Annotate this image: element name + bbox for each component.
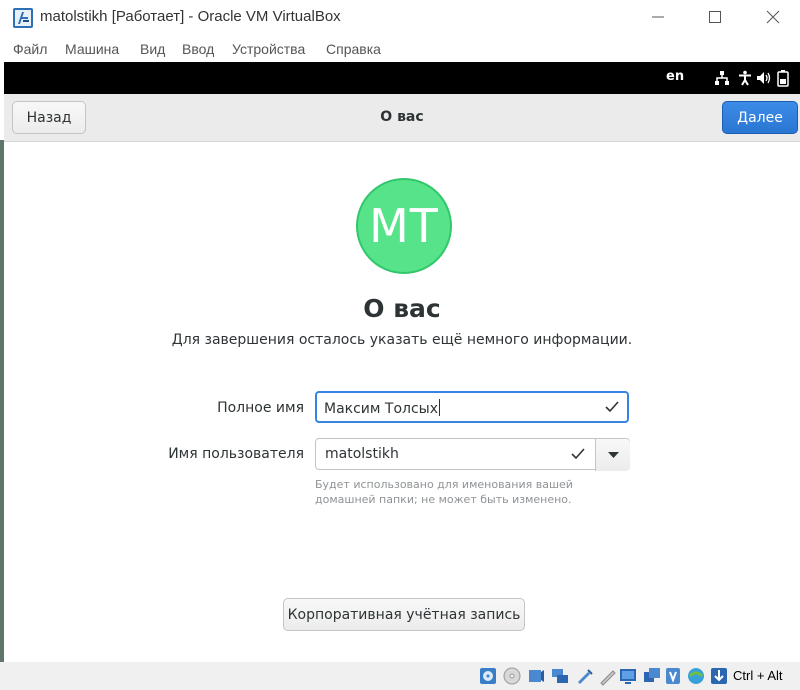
battery-icon[interactable] (777, 70, 789, 87)
mouse-integration-icon[interactable] (686, 666, 706, 686)
page-subtitle: Для завершения осталось указать ещё немн… (171, 332, 633, 348)
audio-icon[interactable] (526, 666, 546, 686)
accessibility-icon[interactable] (737, 70, 753, 86)
close-icon (766, 10, 780, 24)
full-name-value: Максим Толсых (324, 401, 439, 417)
display-icon[interactable] (618, 666, 638, 686)
username-label: Имя пользователя (168, 446, 304, 462)
menu-bar: Файл Машина Вид Ввод Устройства Справка (0, 37, 800, 61)
menu-machine[interactable]: Машина (65, 41, 119, 57)
menu-input[interactable]: Ввод (182, 41, 214, 57)
gnome-top-bar: en (4, 62, 800, 94)
shared-folders-icon[interactable] (598, 666, 618, 686)
menu-view[interactable]: Вид (140, 41, 165, 57)
chevron-down-icon (608, 452, 619, 458)
volume-icon[interactable] (756, 70, 772, 86)
avatar[interactable]: MT (356, 178, 452, 274)
vm-status-bar: Ctrl + Alt (0, 662, 800, 690)
maximize-button[interactable] (693, 0, 739, 34)
next-button[interactable]: Далее (722, 101, 798, 134)
network-adapter-icon[interactable] (550, 666, 570, 686)
virtualbox-window: matolstikh [Работает] - Oracle VM Virtua… (0, 0, 800, 690)
text-cursor (439, 399, 441, 416)
virtualization-icon[interactable] (663, 666, 683, 686)
minimize-icon (652, 16, 664, 18)
page-title: О вас (363, 294, 441, 323)
keyboard-layout-indicator[interactable]: en (666, 69, 684, 84)
username-hint: Будет использовано для именования вашей … (315, 478, 573, 506)
header-bar: Назад О вас Далее (4, 94, 800, 142)
guest-screen[interactable]: en Назад О вас Далее MT О вас Для заверш… (4, 62, 800, 662)
header-title: О вас (380, 109, 424, 125)
minimize-button[interactable] (636, 0, 682, 34)
username-dropdown-button[interactable] (595, 439, 630, 471)
menu-file[interactable]: Файл (13, 41, 47, 57)
full-name-field[interactable]: Максим Толсых (315, 391, 629, 423)
title-bar: matolstikh [Работает] - Oracle VM Virtua… (0, 0, 800, 36)
menu-help[interactable]: Справка (326, 41, 381, 57)
network-icon[interactable] (714, 70, 730, 86)
username-value: matolstikh (325, 446, 399, 462)
full-name-label: Полное имя (217, 400, 304, 416)
checkmark-icon (605, 401, 619, 413)
virtualbox-app-icon (13, 8, 33, 28)
close-button[interactable] (751, 0, 797, 34)
window-title: matolstikh [Работает] - Oracle VM Virtua… (40, 8, 341, 25)
username-combo[interactable]: matolstikh (315, 438, 630, 471)
optical-disk-icon[interactable] (502, 666, 522, 686)
menu-devices[interactable]: Устройства (232, 41, 305, 57)
host-key-label: Ctrl + Alt (733, 668, 783, 683)
enterprise-login-button[interactable]: Корпоративная учётная запись (283, 598, 525, 631)
usb-icon[interactable] (574, 666, 594, 686)
maximize-icon (709, 11, 721, 23)
keyboard-capture-icon[interactable] (709, 666, 729, 686)
hard-disk-icon[interactable] (478, 666, 498, 686)
checkmark-icon (571, 448, 585, 460)
recording-icon[interactable] (642, 666, 662, 686)
